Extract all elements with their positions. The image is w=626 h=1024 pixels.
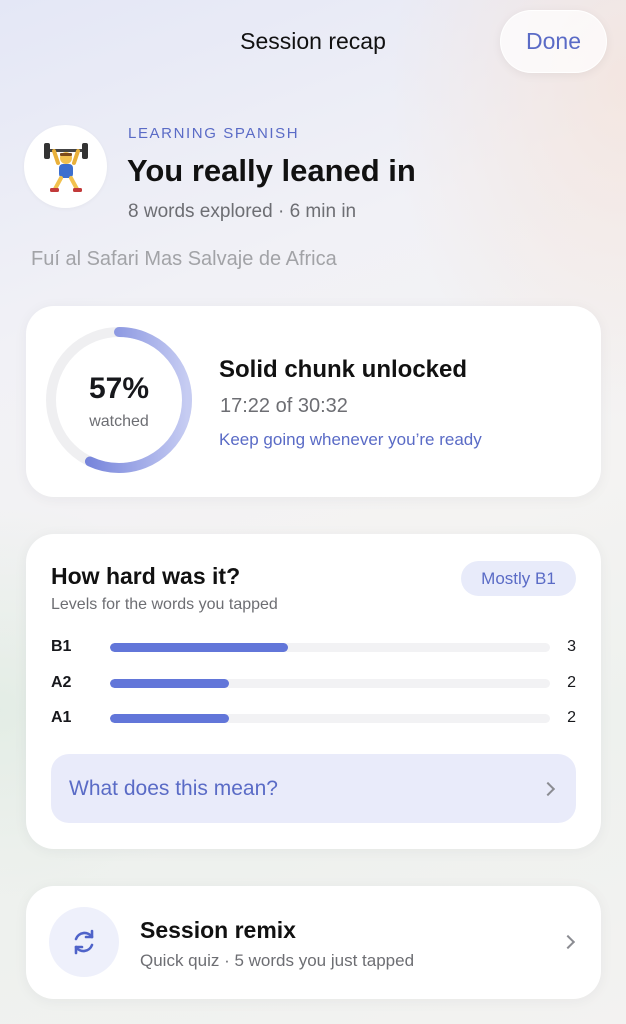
level-label: B1 <box>51 638 72 655</box>
watch-time: 17:22 of 30:32 <box>220 395 348 417</box>
session-remix-card[interactable]: Session remix Quick quiz · 5 words you j… <box>26 886 601 999</box>
level-count: 2 <box>567 674 576 691</box>
refresh-icon <box>74 929 94 955</box>
chevron-right-icon <box>540 781 556 797</box>
weightlifter-icon <box>43 142 88 192</box>
level-count: 2 <box>567 709 576 726</box>
level-badge: Mostly B1 <box>461 561 576 596</box>
recap-title: You really leaned in <box>127 153 416 188</box>
level-label: A2 <box>51 674 72 691</box>
level-bar-track <box>110 643 550 652</box>
level-label: A1 <box>51 709 72 726</box>
learning-language-label: LEARNING SPANISH <box>128 125 300 142</box>
remix-icon-circle <box>49 907 119 977</box>
difficulty-subtitle: Levels for the words you tapped <box>51 596 278 613</box>
keep-going-note: Keep going whenever you’re ready <box>219 430 482 449</box>
level-count: 3 <box>567 638 576 655</box>
remix-title: Session remix <box>140 917 296 943</box>
level-bar-fill <box>110 714 229 723</box>
what-does-this-mean-button[interactable]: What does this mean? <box>51 754 576 823</box>
progress-card: 57% watched Solid chunk unlocked 17:22 o… <box>26 306 601 497</box>
done-button[interactable]: Done <box>500 10 607 73</box>
top-bar: Session recap Done <box>0 0 626 90</box>
level-row: A1 2 <box>51 709 576 729</box>
level-row: A2 2 <box>51 674 576 694</box>
progress-title: Solid chunk unlocked <box>219 356 468 383</box>
watched-label: watched <box>89 413 149 430</box>
level-bar-track <box>110 714 550 723</box>
recap-subtitle: 8 words explored · 6 min in <box>128 201 357 222</box>
video-title: Fuí al Safari Mas Salvaje de Africa <box>31 248 337 270</box>
what-does-this-mean-label: What does this mean? <box>69 777 278 800</box>
level-bar-fill <box>110 643 289 652</box>
level-row: B1 3 <box>51 638 576 658</box>
level-bar-fill <box>110 679 229 688</box>
watched-percent: 57% <box>88 372 150 405</box>
remix-subtitle: Quick quiz · 5 words you just tapped <box>140 951 415 970</box>
avatar <box>24 125 107 208</box>
chevron-right-icon <box>560 934 576 950</box>
level-bar-track <box>110 679 550 688</box>
difficulty-card: How hard was it? Levels for the words yo… <box>26 534 601 849</box>
difficulty-title: How hard was it? <box>51 563 241 589</box>
